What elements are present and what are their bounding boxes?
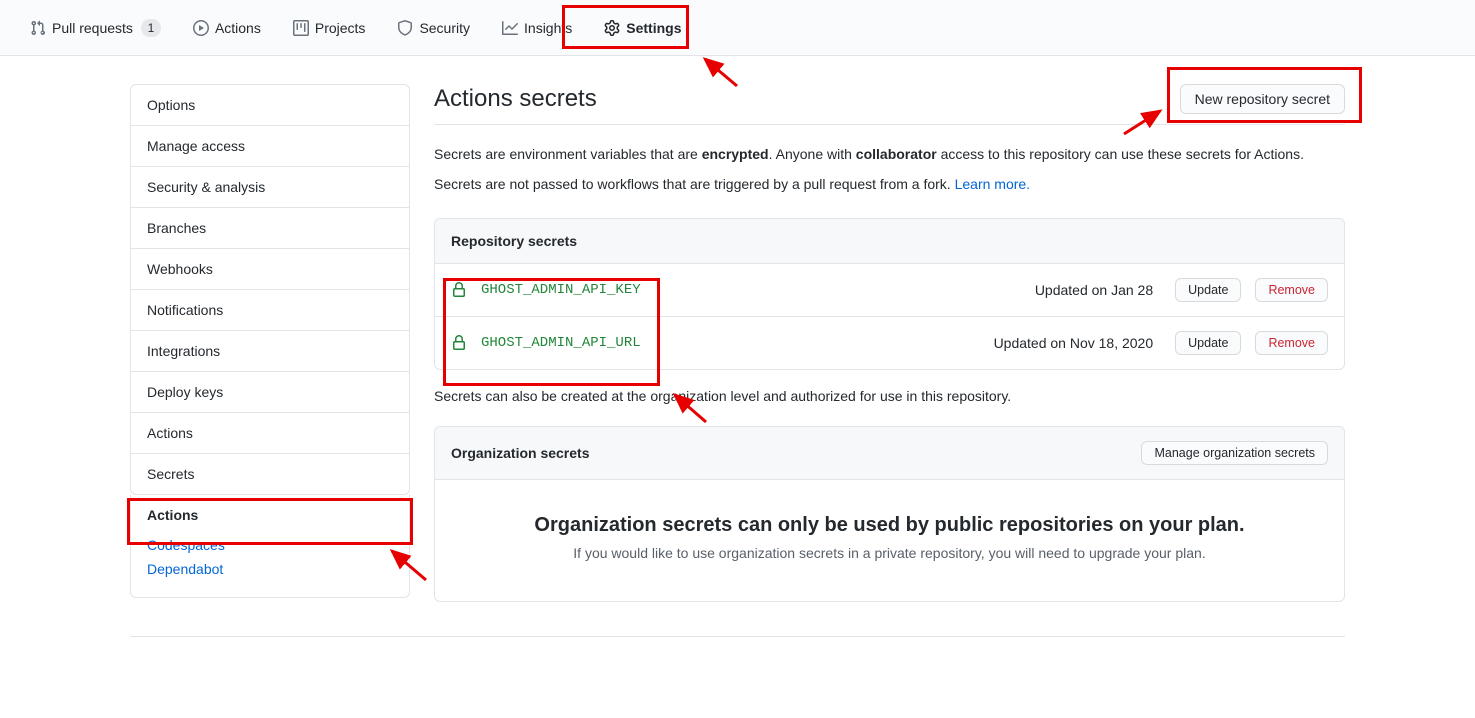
tab-pull-requests[interactable]: Pull requests 1 — [16, 11, 175, 45]
sidebar-link-dependabot[interactable]: Dependabot — [147, 557, 393, 581]
org-secrets-plan-title: Organization secrets can only be used by… — [455, 514, 1324, 537]
secret-row: GHOST_ADMIN_API_KEY Updated on Jan 28 Up… — [435, 263, 1344, 316]
shield-icon — [397, 20, 413, 36]
organization-secrets-heading: Organization secrets — [451, 445, 590, 461]
repository-secrets-section: Repository secrets GHOST_ADMIN_API_KEY U… — [434, 218, 1345, 370]
secret-updated-date: Updated on Nov 18, 2020 — [994, 335, 1154, 351]
repo-top-nav: Pull requests 1 Actions Projects Securit… — [0, 0, 1475, 56]
page-title: Actions secrets — [434, 85, 597, 113]
organization-secrets-section: Organization secrets Manage organization… — [434, 426, 1345, 602]
update-secret-button[interactable]: Update — [1175, 278, 1241, 302]
tab-projects-label: Projects — [315, 20, 366, 36]
sidebar-item-actions[interactable]: Actions — [131, 413, 409, 454]
sidebar-item-manage-access[interactable]: Manage access — [131, 126, 409, 167]
tab-projects[interactable]: Projects — [279, 12, 380, 44]
settings-sidebar: Options Manage access Security & analysi… — [130, 84, 410, 602]
play-icon — [193, 20, 209, 36]
tab-actions-label: Actions — [215, 20, 261, 36]
tab-insights-label: Insights — [524, 20, 572, 36]
sidebar-link-codespaces[interactable]: Codespaces — [147, 533, 393, 557]
org-secrets-plan-subtitle: If you would like to use organization se… — [455, 545, 1324, 561]
tab-insights[interactable]: Insights — [488, 12, 586, 44]
tab-settings-label: Settings — [626, 20, 681, 36]
description-line-2: Secrets are not passed to workflows that… — [434, 173, 1345, 195]
lock-icon — [451, 335, 467, 351]
footer-divider — [130, 636, 1345, 637]
sidebar-item-security-analysis[interactable]: Security & analysis — [131, 167, 409, 208]
sidebar-item-branches[interactable]: Branches — [131, 208, 409, 249]
remove-secret-button[interactable]: Remove — [1255, 331, 1328, 355]
sidebar-item-notifications[interactable]: Notifications — [131, 290, 409, 331]
description-line-1: Secrets are environment variables that a… — [434, 143, 1345, 165]
tab-security[interactable]: Security — [383, 12, 484, 44]
lock-icon — [451, 282, 467, 298]
secret-name[interactable]: GHOST_ADMIN_API_URL — [481, 335, 980, 351]
main-content: Actions secrets New repository secret Se… — [434, 84, 1345, 602]
git-pull-request-icon — [30, 20, 46, 36]
secret-updated-date: Updated on Jan 28 — [1035, 282, 1153, 298]
tab-security-label: Security — [419, 20, 470, 36]
sidebar-item-webhooks[interactable]: Webhooks — [131, 249, 409, 290]
sidebar-item-secrets[interactable]: Secrets — [131, 454, 409, 494]
org-info-text: Secrets can also be created at the organ… — [434, 388, 1345, 404]
tab-pull-requests-label: Pull requests — [52, 20, 133, 36]
update-secret-button[interactable]: Update — [1175, 331, 1241, 355]
secret-name[interactable]: GHOST_ADMIN_API_KEY — [481, 282, 1021, 298]
graph-icon — [502, 20, 518, 36]
project-icon — [293, 20, 309, 36]
remove-secret-button[interactable]: Remove — [1255, 278, 1328, 302]
sidebar-item-deploy-keys[interactable]: Deploy keys — [131, 372, 409, 413]
learn-more-link[interactable]: Learn more. — [955, 176, 1030, 192]
tab-settings[interactable]: Settings — [590, 12, 695, 44]
secret-row: GHOST_ADMIN_API_URL Updated on Nov 18, 2… — [435, 316, 1344, 369]
repository-secrets-heading: Repository secrets — [435, 219, 1344, 263]
new-repository-secret-button[interactable]: New repository secret — [1180, 84, 1345, 114]
gear-icon — [604, 20, 620, 36]
tab-actions[interactable]: Actions — [179, 12, 275, 44]
manage-organization-secrets-button[interactable]: Manage organization secrets — [1141, 441, 1328, 465]
pull-requests-counter: 1 — [141, 19, 161, 37]
sidebar-item-options[interactable]: Options — [131, 85, 409, 126]
sidebar-item-integrations[interactable]: Integrations — [131, 331, 409, 372]
sidebar-subheading-actions: Actions — [147, 507, 393, 523]
